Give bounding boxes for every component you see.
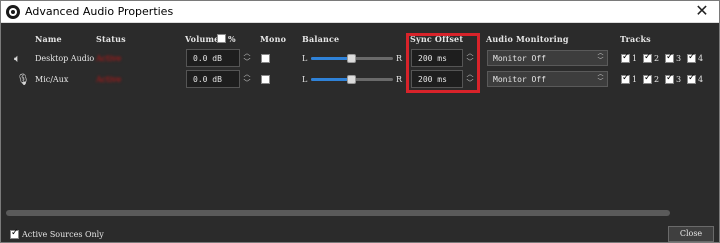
track-2-checkbox[interactable] xyxy=(643,73,652,84)
track-2-label: 2 xyxy=(654,75,660,84)
updown-arrows-icon: ︿ ﹀ xyxy=(597,51,604,64)
mono-checkbox[interactable] xyxy=(261,54,270,63)
track-3-checkbox[interactable] xyxy=(665,52,674,63)
balance-right-label: R xyxy=(396,75,403,84)
track-1-label: 1 xyxy=(632,75,638,84)
volume-stepper[interactable]: ︿ ﹀ xyxy=(241,70,253,88)
microphone-icon: 🎙︎ xyxy=(16,73,30,86)
chevron-down-icon[interactable]: ﹀ xyxy=(241,58,253,67)
close-button[interactable]: Close xyxy=(668,226,714,242)
volume-stepper[interactable]: ︿ ﹀ xyxy=(241,49,253,67)
balance-slider[interactable] xyxy=(311,75,393,84)
speaker-icon: 🔈︎ xyxy=(14,52,21,65)
volume-value: 0.0 dB xyxy=(193,54,222,63)
balance-slider-handle[interactable] xyxy=(347,54,356,63)
scrollbar-gap xyxy=(670,210,714,216)
track-1-checkbox[interactable] xyxy=(621,52,630,63)
balance-left-label: L xyxy=(302,75,308,84)
sync-offset-highlight-box xyxy=(406,33,480,93)
header-name: Name xyxy=(35,34,62,44)
track-3-checkbox[interactable] xyxy=(665,73,674,84)
chevron-up-icon[interactable]: ︿ xyxy=(241,70,253,79)
updown-arrows-icon: ︿ ﹀ xyxy=(597,72,604,85)
header-mono: Mono xyxy=(260,34,287,44)
volume-input[interactable]: 0.0 dB xyxy=(186,70,240,88)
monitoring-select[interactable]: Monitor Off ︿ ﹀ xyxy=(487,50,608,66)
horizontal-scrollbar[interactable] xyxy=(6,210,670,216)
volume-value: 0.0 dB xyxy=(193,75,222,84)
source-status: Active xyxy=(96,75,122,84)
header-volume: Volume xyxy=(185,34,220,44)
window-close-icon[interactable]: ✕ xyxy=(693,2,711,20)
balance-slider-fill xyxy=(311,57,352,60)
track-3-label: 3 xyxy=(676,75,682,84)
header-status: Status xyxy=(96,34,126,44)
chevron-down-icon[interactable]: ﹀ xyxy=(241,79,253,88)
balance-slider-fill xyxy=(311,78,352,81)
chevron-up-icon[interactable]: ︿ xyxy=(241,49,253,58)
track-2-label: 2 xyxy=(654,54,660,63)
active-sources-only-label: Active Sources Only xyxy=(22,230,104,239)
header-balance: Balance xyxy=(302,34,340,44)
balance-slider[interactable] xyxy=(311,54,393,63)
track-2-checkbox[interactable] xyxy=(643,52,652,63)
header-tracks: Tracks xyxy=(620,34,651,44)
header-volume-unit: % xyxy=(228,34,236,44)
track-4-label: 4 xyxy=(698,75,704,84)
volume-input[interactable]: 0.0 dB xyxy=(186,49,240,67)
header-audio-monitoring: Audio Monitoring xyxy=(486,34,569,44)
advanced-audio-properties-window: Advanced Audio Properties ✕ Name Status … xyxy=(0,0,720,243)
window-title: Advanced Audio Properties xyxy=(25,5,174,18)
properties-panel: Name Status Volume % Mono Balance Sync O… xyxy=(2,24,718,242)
monitoring-value: Monitor Off xyxy=(493,75,546,84)
balance-left-label: L xyxy=(302,54,308,63)
balance-right-label: R xyxy=(396,54,403,63)
track-4-checkbox[interactable] xyxy=(687,73,696,84)
mono-checkbox[interactable] xyxy=(261,75,270,84)
track-4-checkbox[interactable] xyxy=(687,52,696,63)
source-status: Active xyxy=(96,54,122,63)
source-name: Desktop Audio xyxy=(35,54,95,63)
monitoring-value: Monitor Off xyxy=(493,54,546,63)
track-1-label: 1 xyxy=(632,54,638,63)
active-sources-only-checkbox[interactable] xyxy=(10,228,19,239)
track-1-checkbox[interactable] xyxy=(621,73,630,84)
source-name: Mic/Aux xyxy=(35,75,69,84)
track-3-label: 3 xyxy=(676,54,682,63)
obs-logo-icon xyxy=(6,5,20,19)
volume-percent-checkbox[interactable] xyxy=(217,34,226,43)
track-4-label: 4 xyxy=(698,54,704,63)
title-bar[interactable]: Advanced Audio Properties ✕ xyxy=(1,1,719,23)
monitoring-select[interactable]: Monitor Off ︿ ﹀ xyxy=(487,71,608,87)
balance-slider-handle[interactable] xyxy=(347,75,356,84)
